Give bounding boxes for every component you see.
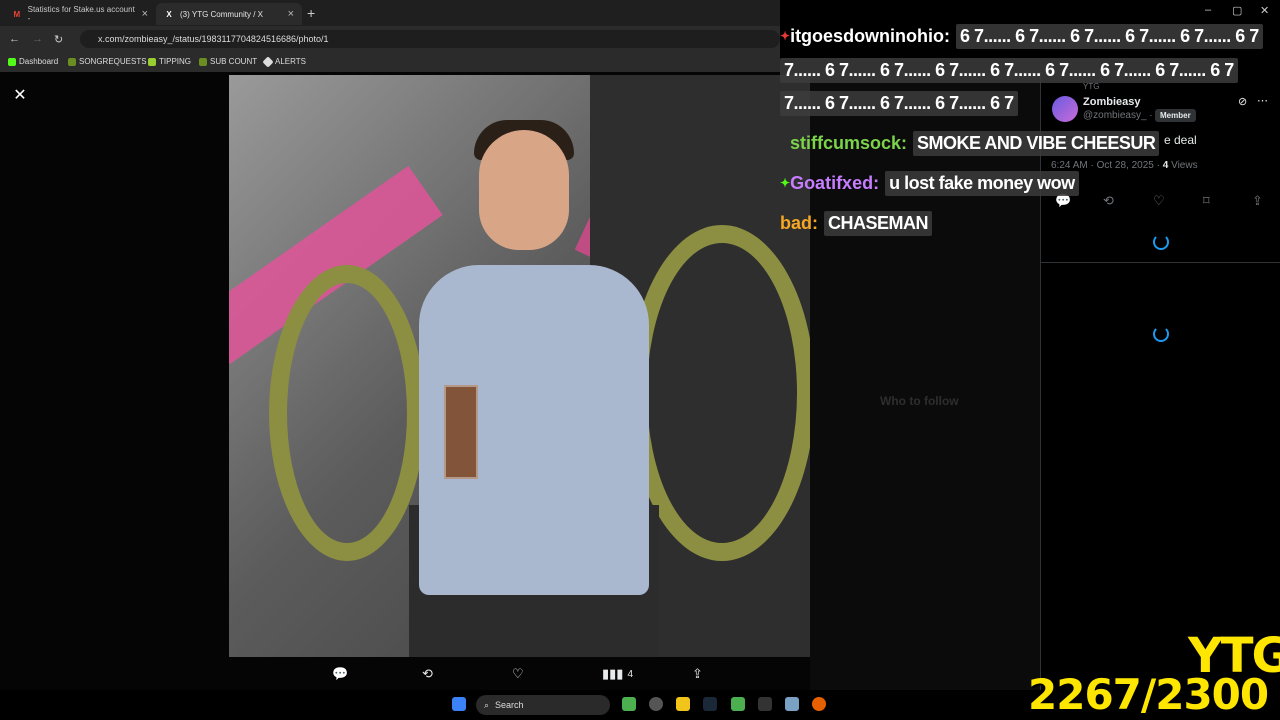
chat-text: u lost fake money wow xyxy=(885,170,1079,196)
reload-icon[interactable]: ↻ xyxy=(54,33,63,46)
divider xyxy=(1040,262,1280,263)
chat-username: itgoesdowninohio: xyxy=(790,25,951,46)
chat-message: stiffcumsock: SMOKE AND VIBE CHEESUR xyxy=(790,129,1160,157)
bookmark-alerts[interactable]: ALERTS xyxy=(262,55,306,68)
close-tab-icon[interactable]: × xyxy=(288,8,294,20)
folder-icon[interactable] xyxy=(676,697,690,711)
bookmark-label: TIPPING xyxy=(159,57,192,66)
drink-glass xyxy=(444,385,478,479)
tab-title: Statistics for Stake.us account - xyxy=(27,5,135,23)
gmail-icon: M xyxy=(13,9,21,19)
like-icon[interactable]: ♡ xyxy=(512,666,524,682)
badge-icon: ✦ xyxy=(780,176,791,190)
chat-text: SMOKE AND VIBE CHEESUR xyxy=(913,130,1160,156)
views-count: 4 xyxy=(627,668,634,680)
chat-text: 6 7...... 6 7...... 6 7...... 6 7...... … xyxy=(956,23,1263,49)
dimmed-heading: Who to follow xyxy=(880,394,959,408)
x-icon: X xyxy=(166,9,172,19)
stream-chat-overlay: ✦ itgoesdowninohio: 6 7...... 6 7...... … xyxy=(780,0,1280,240)
loading-spinner xyxy=(1153,326,1169,342)
chat-message: ✦ Goatifxed: u lost fake money wow xyxy=(780,169,1079,197)
tab-ytg-community[interactable]: X (3) YTG Community / X × xyxy=(156,3,302,25)
bookmark-label: SUB COUNT xyxy=(210,57,258,66)
bookmark-songrequests[interactable]: SONGREQUESTS xyxy=(68,57,147,66)
alert-icon xyxy=(262,55,274,68)
url-text: x.com/zombieasy_/status/1983117704824516… xyxy=(98,34,329,44)
chat-text: 7...... 6 7...... 6 7...... 6 7...... 6 … xyxy=(780,90,1018,116)
badge-icon: ✦ xyxy=(780,29,791,43)
bookmark-label: ALERTS xyxy=(275,57,306,66)
kick-icon xyxy=(8,57,16,66)
post-photo[interactable] xyxy=(229,75,810,657)
chat-message: bad: CHASEMAN xyxy=(780,209,933,237)
bookmark-dashboard[interactable]: Dashboard xyxy=(8,57,58,66)
close-viewer-button[interactable]: ✕ xyxy=(10,86,30,106)
chat-text: CHASEMAN xyxy=(824,210,933,236)
chat-username: stiffcumsock: xyxy=(790,132,908,153)
chrome-icon[interactable] xyxy=(731,697,745,711)
reply-icon[interactable]: 💬 xyxy=(332,666,348,682)
tab-bar: M Statistics for Stake.us account - × X … xyxy=(0,0,780,26)
app-icon[interactable] xyxy=(649,697,663,711)
views-button[interactable]: ▮▮▮ 4 xyxy=(602,666,633,682)
chat-username: Goatifxed: xyxy=(790,172,880,193)
bookmark-tipping[interactable]: TIPPING xyxy=(148,57,191,66)
bookmark-label: Dashboard xyxy=(19,57,59,66)
address-bar: ← → ↻ x.com/zombieasy_/status/1983117704… xyxy=(0,26,780,52)
bot-icon xyxy=(68,57,76,66)
chat-text: 7...... 6 7...... 6 7...... 6 7...... 6 … xyxy=(780,57,1238,83)
overlay-counter: 2267/2300 xyxy=(1028,670,1269,719)
person-head xyxy=(479,130,569,250)
search-icon: ⌕ xyxy=(484,699,490,710)
chart-icon: ▮▮▮ xyxy=(602,666,624,681)
chat-username: bad: xyxy=(780,212,818,233)
share-icon[interactable]: ⇪ xyxy=(692,666,703,682)
bookmark-label: SONGREQUESTS xyxy=(79,57,147,66)
search-label: Search xyxy=(495,700,524,710)
bookmark-subcount[interactable]: SUB COUNT xyxy=(199,57,257,66)
back-icon[interactable]: ← xyxy=(9,33,20,45)
snake-left xyxy=(269,265,425,561)
bookmarks-bar: Dashboard SONGREQUESTS TIPPING SUB COUNT… xyxy=(0,52,780,72)
close-tab-icon[interactable]: × xyxy=(142,8,148,20)
photo-actions: 💬 ⟲ ♡ ▮▮▮ 4 ⇪ xyxy=(229,660,810,688)
firefox-icon[interactable] xyxy=(812,697,826,711)
chat-message: ✦ itgoesdowninohio: 6 7...... 6 7...... … xyxy=(780,22,1263,50)
tip-icon xyxy=(148,57,156,66)
tab-title: (3) YTG Community / X xyxy=(180,9,263,19)
bot-icon xyxy=(199,57,207,66)
chrome-icon[interactable] xyxy=(622,697,636,711)
settings-icon[interactable] xyxy=(785,697,799,711)
tab-stake-stats[interactable]: M Statistics for Stake.us account - × xyxy=(4,3,156,25)
epic-icon[interactable] xyxy=(758,697,772,711)
taskbar-search[interactable]: ⌕ Search xyxy=(476,695,610,715)
url-field[interactable]: x.com/zombieasy_/status/1983117704824516… xyxy=(80,30,780,48)
forward-icon[interactable]: → xyxy=(32,33,43,45)
new-tab-button[interactable]: + xyxy=(307,5,315,21)
steam-icon[interactable] xyxy=(703,697,717,711)
chat-message: 7...... 6 7...... 6 7...... 6 7...... 6 … xyxy=(780,56,1238,84)
windows-start-icon[interactable] xyxy=(452,697,466,711)
repost-icon[interactable]: ⟲ xyxy=(422,666,433,682)
chat-message: 7...... 6 7...... 6 7...... 6 7...... 6 … xyxy=(780,89,1018,117)
